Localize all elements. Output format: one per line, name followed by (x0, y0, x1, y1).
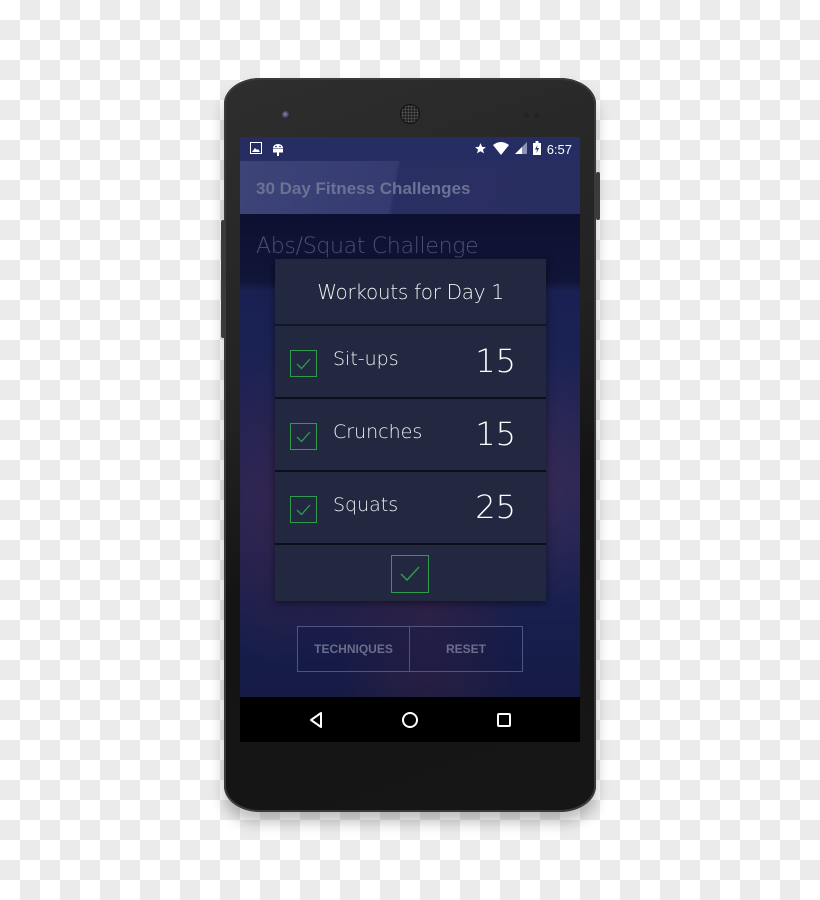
earpiece-speaker (401, 105, 419, 123)
workout-checkbox[interactable] (290, 423, 317, 450)
image-icon (250, 142, 262, 159)
proximity-sensor (524, 113, 529, 118)
battery-charging-icon (532, 141, 541, 158)
front-camera (282, 111, 290, 119)
screen: 6:57 30 Day Fitness Challenges Abs/Squat… (240, 137, 580, 742)
star-icon (474, 142, 487, 158)
navigation-bar (240, 697, 580, 742)
back-icon[interactable] (306, 709, 328, 731)
wifi-icon (492, 141, 509, 158)
confirm-day-checkbox[interactable] (391, 555, 429, 593)
app-bar: 30 Day Fitness Challenges (240, 161, 580, 214)
checkmark-icon (296, 358, 311, 370)
workout-name: Crunches (333, 421, 423, 443)
workout-count: 15 (475, 342, 516, 380)
challenge-title: Abs/Squat Challenge (256, 234, 479, 259)
workout-name: Squats (333, 494, 399, 516)
recents-icon[interactable] (493, 709, 515, 731)
clock: 6:57 (546, 142, 572, 157)
checkmark-icon (400, 566, 420, 582)
cell-signal-icon (514, 142, 527, 157)
workout-name: Sit-ups (333, 348, 399, 370)
workout-checkbox[interactable] (290, 496, 317, 523)
home-icon[interactable] (399, 709, 421, 731)
techniques-button[interactable]: TECHNIQUES (297, 626, 410, 672)
workout-row: Crunches 15 (275, 399, 546, 472)
dialog-title: Workouts for Day 1 (275, 259, 546, 326)
app-title: 30 Day Fitness Challenges (256, 179, 471, 198)
reset-button[interactable]: RESET (410, 626, 523, 672)
light-sensor (534, 113, 539, 118)
checkmark-icon (296, 504, 311, 516)
status-bar: 6:57 (240, 137, 580, 161)
workout-row: Squats 25 (275, 472, 546, 545)
workout-row: Sit-ups 15 (275, 326, 546, 399)
android-debug-icon (272, 142, 284, 159)
workout-count: 25 (475, 488, 516, 526)
action-buttons: TECHNIQUES RESET (297, 626, 523, 672)
workouts-dialog: Workouts for Day 1 Sit-ups 15 Crunches 1… (275, 259, 546, 601)
workout-count: 15 (475, 415, 516, 453)
workout-checkbox[interactable] (290, 350, 317, 377)
volume-button (221, 220, 225, 338)
confirm-row (275, 545, 546, 601)
power-button (596, 172, 600, 220)
checkmark-icon (296, 431, 311, 443)
